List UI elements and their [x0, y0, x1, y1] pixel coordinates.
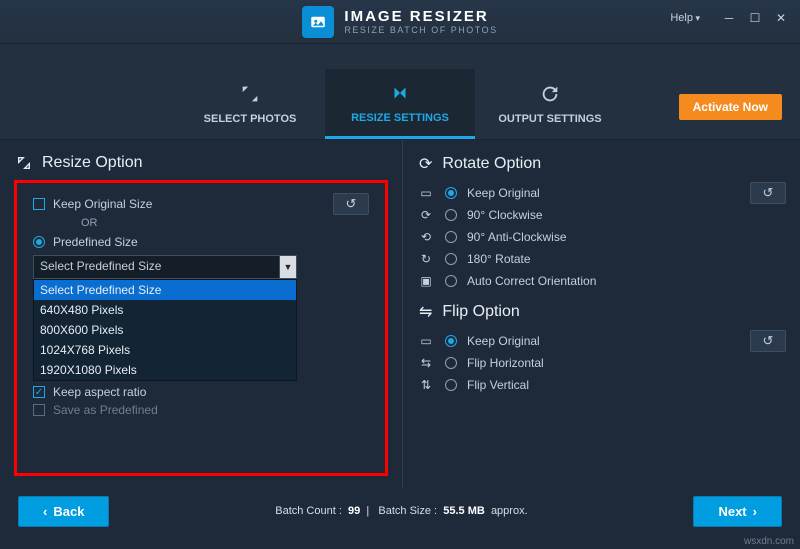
flip-horizontal-radio[interactable]: ⇆ Flip Horizontal [417, 352, 786, 374]
rotate-auto-radio[interactable]: ▣ Auto Correct Orientation [417, 270, 786, 292]
auto-orient-icon: ▣ [417, 274, 435, 288]
radio-icon [445, 253, 457, 265]
or-separator: OR [33, 215, 369, 231]
rotate-90acw-radio[interactable]: ⟲ 90° Anti-Clockwise [417, 226, 786, 248]
checkbox-label: Keep aspect ratio [53, 385, 146, 399]
batch-count-value: 99 [348, 505, 360, 517]
button-label: Back [53, 504, 84, 519]
batch-size-value: 55.5 MB [443, 505, 485, 517]
batch-info: Batch Count : 99 | Batch Size : 55.5 MB … [275, 505, 527, 517]
dropdown-option[interactable]: 1920X1080 Pixels [34, 360, 296, 380]
radio-icon [445, 275, 457, 287]
select-value: Select Predefined Size [33, 255, 279, 279]
radio-label: Keep Original [467, 334, 540, 348]
activate-button[interactable]: Activate Now [679, 94, 782, 120]
reset-flip-button[interactable]: ↺ [750, 330, 786, 352]
predefined-size-dropdown: Select Predefined Size 640X480 Pixels 80… [33, 279, 297, 381]
chevron-right-icon: › [753, 504, 757, 519]
tab-label: SELECT PHOTOS [204, 113, 297, 125]
radio-label: 180° Rotate [467, 252, 531, 266]
app-subtitle: RESIZE BATCH OF PHOTOS [344, 25, 497, 35]
frame-icon: ▭ [417, 186, 435, 200]
radio-icon [445, 209, 457, 221]
rotate-icon: ⟳ [419, 154, 432, 174]
flip-v-icon: ⇅ [417, 378, 435, 392]
radio-label: 90° Anti-Clockwise [467, 230, 567, 244]
rotate-180-icon: ↻ [417, 252, 435, 266]
radio-icon [445, 187, 457, 199]
rotate-ccw-icon: ⟲ [417, 230, 435, 244]
resize-panel: Keep Original Size ↺ OR Predefined Size … [14, 180, 388, 476]
reset-resize-button[interactable]: ↺ [333, 193, 369, 215]
undo-icon: ↺ [763, 333, 774, 349]
checkbox-label: Save as Predefined [53, 403, 158, 417]
dropdown-option[interactable]: Select Predefined Size [34, 280, 296, 300]
app-title: IMAGE RESIZER [344, 8, 497, 25]
back-button[interactable]: ‹ Back [18, 496, 109, 527]
minimize-button[interactable]: ─ [716, 8, 742, 28]
radio-label: Flip Vertical [467, 378, 529, 392]
keep-aspect-checkbox[interactable]: Keep aspect ratio [33, 385, 369, 399]
chevron-down-icon[interactable]: ▼ [279, 255, 297, 279]
footer: ‹ Back Batch Count : 99 | Batch Size : 5… [0, 489, 800, 533]
radio-label: Flip Horizontal [467, 356, 544, 370]
save-as-predefined-checkbox[interactable]: Save as Predefined [33, 403, 369, 417]
tab-resize-settings[interactable]: RESIZE SETTINGS [325, 69, 475, 139]
frame-icon: ▭ [417, 334, 435, 348]
checkbox-icon [33, 198, 45, 210]
watermark: wsxdn.com [744, 536, 794, 547]
flip-h-icon: ⇆ [417, 356, 435, 370]
dropdown-option[interactable]: 640X480 Pixels [34, 300, 296, 320]
radio-icon [33, 236, 45, 248]
radio-label: 90° Clockwise [467, 208, 543, 222]
close-button[interactable]: ✕ [768, 8, 794, 28]
predefined-size-select[interactable]: Select Predefined Size ▼ Select Predefin… [33, 255, 297, 279]
checkbox-icon [33, 404, 45, 416]
refresh-icon [539, 83, 561, 105]
keep-original-size-checkbox[interactable]: Keep Original Size [33, 197, 152, 211]
radio-label: Predefined Size [53, 235, 138, 249]
undo-icon: ↺ [763, 185, 774, 201]
dropdown-option[interactable]: 1024X768 Pixels [34, 340, 296, 360]
tab-label: OUTPUT SETTINGS [498, 113, 601, 125]
flip-icon: ⇋ [419, 302, 432, 322]
predefined-size-radio[interactable]: Predefined Size [33, 235, 369, 249]
maximize-button[interactable]: ☐ [742, 8, 768, 28]
tab-label: RESIZE SETTINGS [351, 112, 449, 124]
help-menu[interactable]: Help [670, 12, 700, 24]
radio-icon [445, 335, 457, 347]
chevron-left-icon: ‹ [43, 504, 47, 519]
radio-label: Keep Original [467, 186, 540, 200]
button-label: Next [718, 504, 746, 519]
reset-rotate-button[interactable]: ↺ [750, 182, 786, 204]
checkbox-label: Keep Original Size [53, 197, 152, 211]
tabbar: SELECT PHOTOS RESIZE SETTINGS OUTPUT SET… [0, 44, 800, 140]
expand-icon [239, 83, 261, 105]
rotate-180-radio[interactable]: ↻ 180° Rotate [417, 248, 786, 270]
checkbox-icon [33, 386, 45, 398]
dropdown-option[interactable]: 800X600 Pixels [34, 320, 296, 340]
radio-icon [445, 231, 457, 243]
logo-icon [302, 6, 334, 38]
rotate-keep-original-radio[interactable]: ▭ Keep Original [417, 182, 540, 204]
app-logo: IMAGE RESIZER RESIZE BATCH OF PHOTOS [302, 6, 497, 38]
resize-heading: Resize Option [16, 154, 388, 172]
tab-select-photos[interactable]: SELECT PHOTOS [175, 69, 325, 139]
expand-diag-icon [16, 155, 32, 171]
titlebar: IMAGE RESIZER RESIZE BATCH OF PHOTOS Hel… [0, 0, 800, 44]
rotate-90cw-radio[interactable]: ⟳ 90° Clockwise [417, 204, 786, 226]
radio-icon [445, 357, 457, 369]
next-button[interactable]: Next › [693, 496, 782, 527]
flip-heading: ⇋ Flip Option [419, 302, 786, 322]
flip-vertical-radio[interactable]: ⇅ Flip Vertical [417, 374, 786, 396]
radio-label: Auto Correct Orientation [467, 274, 596, 288]
rotate-cw-icon: ⟳ [417, 208, 435, 222]
undo-icon: ↺ [346, 196, 357, 212]
rotate-heading: ⟳ Rotate Option [419, 154, 786, 174]
radio-icon [445, 379, 457, 391]
flip-keep-original-radio[interactable]: ▭ Keep Original [417, 330, 540, 352]
resize-icon [389, 82, 411, 104]
tab-output-settings[interactable]: OUTPUT SETTINGS [475, 69, 625, 139]
